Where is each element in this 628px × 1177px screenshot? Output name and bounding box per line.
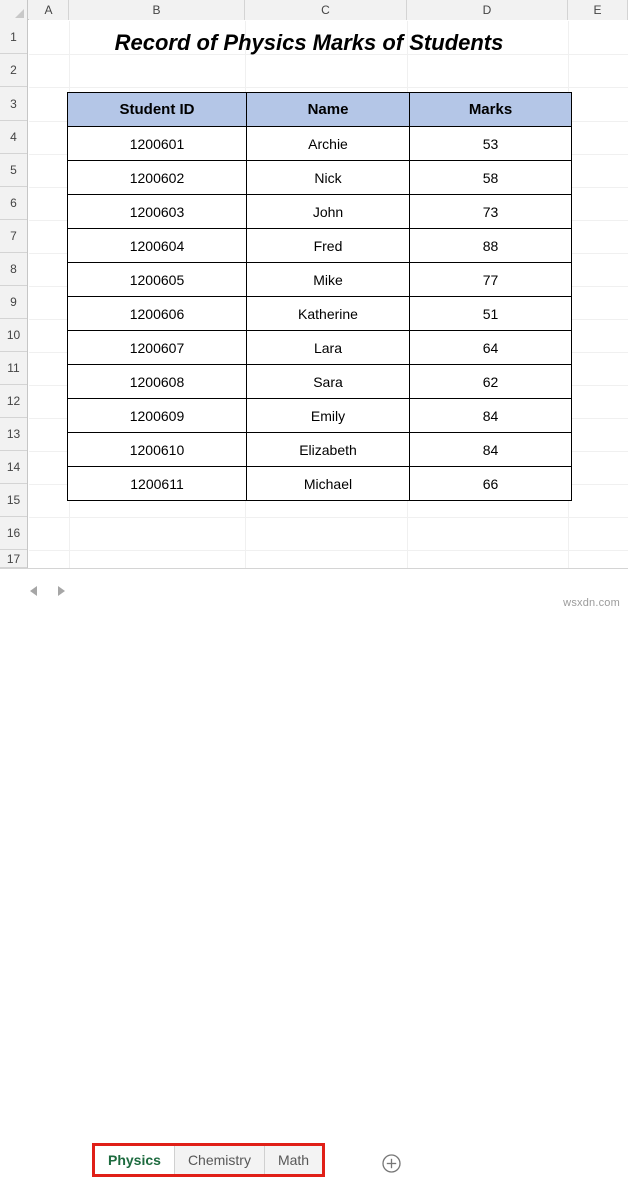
- spreadsheet-grid-area: ABCDE 1 2 3 4 5 6 7 8 9 10 11 12 13 14 15 16 17 Record o…: [0, 0, 628, 568]
- table-row: 1200610 Elizabeth 84: [67, 432, 572, 467]
- table-row: 1200611 Michael 66: [67, 466, 572, 501]
- cell-name[interactable]: Mike: [246, 262, 410, 297]
- cell-marks[interactable]: 77: [409, 262, 572, 297]
- cell-student-id[interactable]: 1200607: [67, 330, 247, 365]
- row-header-5[interactable]: 5: [0, 154, 27, 187]
- row-header-2[interactable]: 2: [0, 54, 27, 87]
- row-header-7[interactable]: 7: [0, 220, 27, 253]
- row-header-6[interactable]: 6: [0, 187, 27, 220]
- cell-marks[interactable]: 84: [409, 432, 572, 467]
- row-header-17[interactable]: 17: [0, 550, 27, 568]
- column-header-a[interactable]: A: [29, 0, 69, 20]
- select-all-triangle-icon: [15, 9, 24, 18]
- page-title: Record of Physics Marks of Students: [114, 30, 504, 55]
- add-sheet-button[interactable]: [381, 1153, 402, 1174]
- row-header-9[interactable]: 9: [0, 286, 27, 319]
- cell-marks[interactable]: 62: [409, 364, 572, 399]
- table-row: 1200607 Lara 64: [67, 330, 572, 365]
- watermark-text: wsxdn.com: [563, 597, 620, 609]
- column-header-e[interactable]: E: [568, 0, 628, 20]
- cell-student-id[interactable]: 1200610: [67, 432, 247, 467]
- plus-circle-icon: [382, 1154, 401, 1173]
- cell-marks[interactable]: 53: [409, 126, 572, 161]
- sheet-tab-chemistry[interactable]: Chemistry: [174, 1146, 265, 1174]
- cell-name[interactable]: Emily: [246, 398, 410, 433]
- cell-marks[interactable]: 64: [409, 330, 572, 365]
- column-header-b[interactable]: B: [69, 0, 245, 20]
- triangle-left-icon[interactable]: [30, 586, 37, 596]
- cell-name[interactable]: Michael: [246, 466, 410, 501]
- row-header-13[interactable]: 13: [0, 418, 27, 451]
- table-row: 1200608 Sara 62: [67, 364, 572, 399]
- column-header-bar: ABCDE: [0, 0, 628, 20]
- cell-name[interactable]: Fred: [246, 228, 410, 263]
- cell-student-id[interactable]: 1200605: [67, 262, 247, 297]
- table-row: 1200605 Mike 77: [67, 262, 572, 297]
- table-row: 1200603 John 73: [67, 194, 572, 229]
- row-header-bar: 1 2 3 4 5 6 7 8 9 10 11 12 13 14 15 16 17: [0, 20, 28, 568]
- table-row: 1200604 Fred 88: [67, 228, 572, 263]
- select-all-corner-button[interactable]: [0, 0, 28, 20]
- table-row: 1200602 Nick 58: [67, 160, 572, 195]
- cell-marks[interactable]: 51: [409, 296, 572, 331]
- cell-name[interactable]: Archie: [246, 126, 410, 161]
- cell-student-id[interactable]: 1200608: [67, 364, 247, 399]
- gridline-horizontal: [29, 87, 628, 88]
- cell-name[interactable]: Nick: [246, 160, 410, 195]
- cell-student-id[interactable]: 1200603: [67, 194, 247, 229]
- cell-student-id[interactable]: 1200606: [67, 296, 247, 331]
- column-header-d[interactable]: D: [407, 0, 568, 20]
- sheet-navigation-arrows[interactable]: [28, 580, 88, 602]
- table-head: Student ID Name Marks: [67, 92, 572, 127]
- cell-name[interactable]: John: [246, 194, 410, 229]
- cell-student-id[interactable]: 1200609: [67, 398, 247, 433]
- column-header-student-id: Student ID: [67, 92, 247, 127]
- cell-name[interactable]: Lara: [246, 330, 410, 365]
- row-header-10[interactable]: 10: [0, 319, 27, 352]
- cell-marks[interactable]: 73: [409, 194, 572, 229]
- cell-student-id[interactable]: 1200601: [67, 126, 247, 161]
- row-header-12[interactable]: 12: [0, 385, 27, 418]
- column-header-marks: Marks: [409, 92, 572, 127]
- sheet-tab-bar: Physics Chemistry Math wsxdn.com: [0, 568, 628, 1177]
- row-header-3[interactable]: 3: [0, 87, 27, 121]
- row-header-4[interactable]: 4: [0, 121, 27, 154]
- cell-marks[interactable]: 66: [409, 466, 572, 501]
- cell-marks[interactable]: 88: [409, 228, 572, 263]
- row-header-8[interactable]: 8: [0, 253, 27, 286]
- table-row: 1200606 Katherine 51: [67, 296, 572, 331]
- row-header-11[interactable]: 11: [0, 352, 27, 385]
- cell-name[interactable]: Katherine: [246, 296, 410, 331]
- gridline-horizontal: [29, 550, 628, 551]
- row-header-16[interactable]: 16: [0, 517, 27, 550]
- table-row: 1200609 Emily 84: [67, 398, 572, 433]
- cell-marks[interactable]: 84: [409, 398, 572, 433]
- row-header-1[interactable]: 1: [0, 20, 27, 54]
- table-row: 1200601 Archie 53: [67, 126, 572, 161]
- cell-student-id[interactable]: 1200604: [67, 228, 247, 263]
- triangle-right-icon[interactable]: [58, 586, 65, 596]
- row-header-15[interactable]: 15: [0, 484, 27, 517]
- row-header-14[interactable]: 14: [0, 451, 27, 484]
- cell-student-id[interactable]: 1200602: [67, 160, 247, 195]
- cell-name[interactable]: Elizabeth: [246, 432, 410, 467]
- cell-marks[interactable]: 58: [409, 160, 572, 195]
- marks-table: Student ID Name Marks 1200601 Archie 53 120…: [67, 92, 572, 501]
- column-header-name: Name: [246, 92, 410, 127]
- sheet-tab-physics[interactable]: Physics: [95, 1146, 175, 1174]
- cell-student-id[interactable]: 1200611: [67, 466, 247, 501]
- gridline-horizontal: [29, 517, 628, 518]
- table-body: 1200601 Archie 53 1200602 Nick 58 1200603 John 7…: [67, 126, 572, 501]
- sheet-tabs-highlight-box: Physics Chemistry Math: [92, 1143, 326, 1177]
- table-header-row: Student ID Name Marks: [67, 92, 572, 127]
- cell-name[interactable]: Sara: [246, 364, 410, 399]
- column-header-c[interactable]: C: [245, 0, 407, 20]
- sheet-tab-math[interactable]: Math: [264, 1146, 323, 1174]
